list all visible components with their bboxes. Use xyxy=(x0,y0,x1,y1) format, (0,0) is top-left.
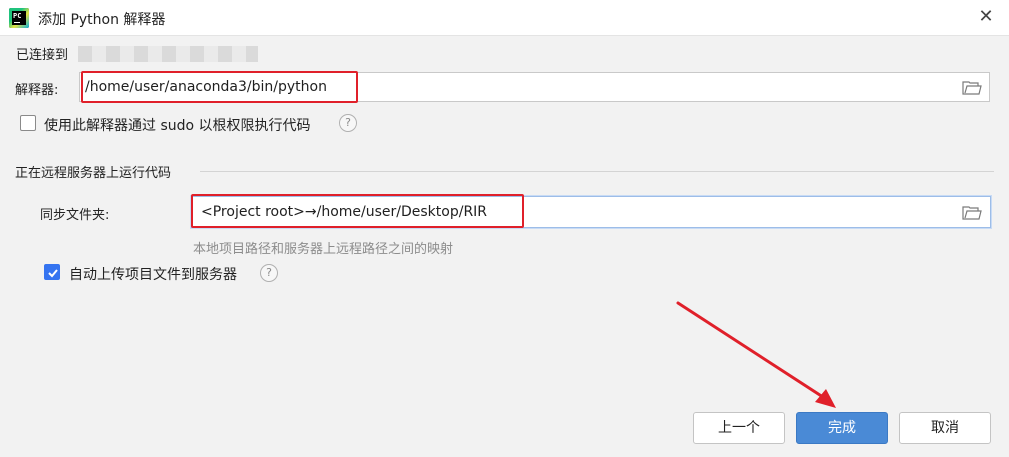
red-arrow-annotation xyxy=(676,301,836,408)
interpreter-label: 解释器: xyxy=(15,83,59,98)
close-icon[interactable]: ✕ xyxy=(975,6,997,28)
sync-folders-label: 同步文件夹: xyxy=(40,208,110,223)
window-title: 添加 Python 解释器 xyxy=(38,12,166,28)
auto-upload-label[interactable]: 自动上传项目文件到服务器 xyxy=(69,264,237,284)
connected-label: 已连接到 xyxy=(16,48,69,63)
finish-button[interactable]: 完成 xyxy=(796,412,888,444)
redacted-host xyxy=(78,46,258,62)
cancel-button[interactable]: 取消 xyxy=(899,412,991,444)
title-bar: PC 添加 Python 解释器 ✕ xyxy=(0,0,1009,36)
highlight-box-interpreter xyxy=(81,71,358,103)
previous-button[interactable]: 上一个 xyxy=(693,412,785,444)
highlight-box-sync xyxy=(191,194,524,228)
sync-folders-hint: 本地项目路径和服务器上远程路径之间的映射 xyxy=(193,242,454,257)
help-icon[interactable]: ? xyxy=(339,114,357,132)
sudo-checkbox[interactable] xyxy=(20,115,36,131)
add-python-interpreter-dialog: PC 添加 Python 解释器 ✕ 已连接到 解释器: /home/user/… xyxy=(0,0,1009,457)
checkmark-icon xyxy=(48,269,58,278)
auto-upload-checkbox[interactable] xyxy=(44,264,60,280)
folder-browse-icon[interactable] xyxy=(962,205,982,220)
remote-section-title: 正在远程服务器上运行代码 xyxy=(15,166,172,181)
section-divider xyxy=(200,171,994,172)
pycharm-icon: PC xyxy=(9,8,29,28)
sudo-checkbox-label[interactable]: 使用此解释器通过 sudo 以根权限执行代码 xyxy=(44,115,311,135)
help-icon[interactable]: ? xyxy=(260,264,278,282)
folder-browse-icon[interactable] xyxy=(962,80,982,95)
